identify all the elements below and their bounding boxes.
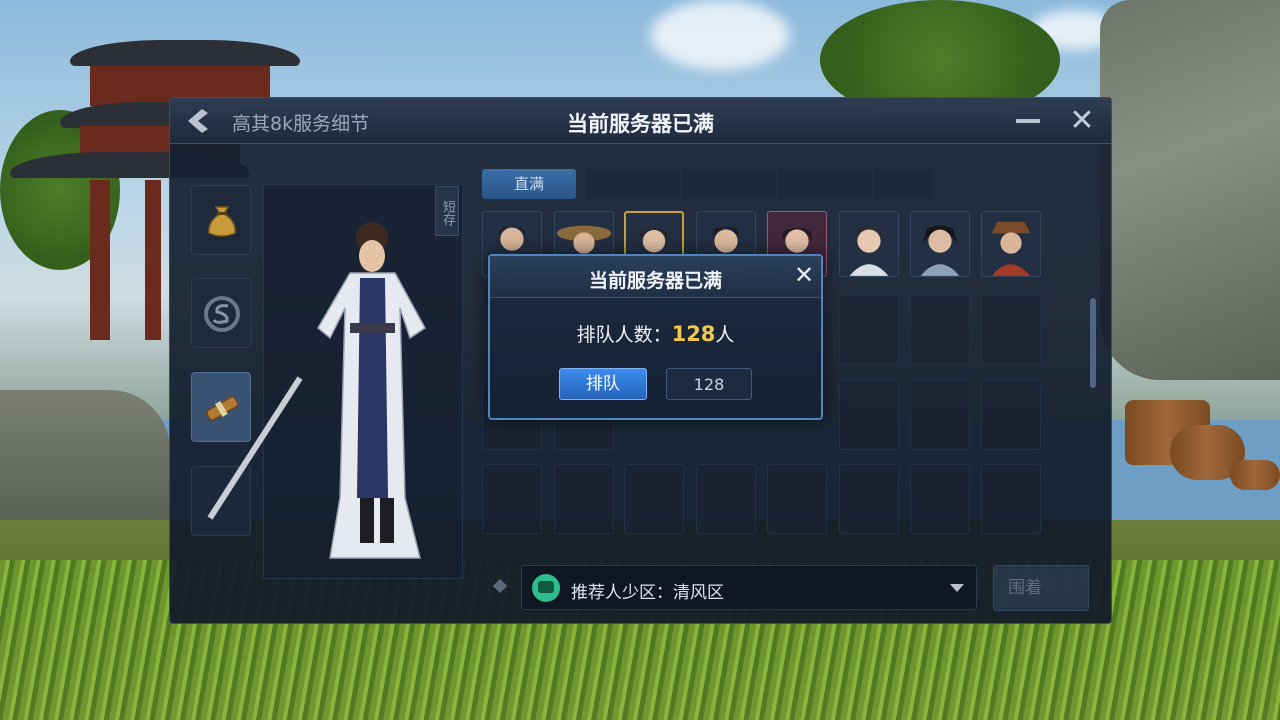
character-model	[207, 222, 426, 559]
tab-4[interactable]	[778, 169, 872, 199]
grid-cell	[839, 380, 899, 450]
window-close-button[interactable]: ✕	[1068, 106, 1096, 136]
character-portrait[interactable]	[981, 211, 1041, 277]
queue-label: 排队人数：	[576, 324, 672, 346]
chat-bubble-icon	[532, 574, 560, 602]
server-tab-bar: 直满	[482, 169, 932, 199]
pagoda-roof	[70, 40, 300, 66]
queue-info: 排队人数：128人	[490, 320, 821, 347]
barrel	[1230, 460, 1280, 490]
dialog-close-button[interactable]: ✕	[791, 262, 817, 288]
queue-count: 128	[671, 322, 716, 346]
cliff-rock	[1100, 0, 1280, 380]
dialog-title: 当前服务器已满	[588, 270, 722, 292]
cloud	[650, 0, 790, 70]
grid-cell	[910, 294, 970, 364]
character-portrait[interactable]	[839, 211, 899, 277]
queue-button[interactable]: 排队	[559, 368, 647, 400]
grid-cell	[624, 464, 684, 534]
diamond-icon	[492, 578, 508, 594]
back-arrow-icon	[188, 109, 208, 133]
grid-cell	[910, 464, 970, 534]
grid-cell	[839, 464, 899, 534]
minimize-button[interactable]	[1016, 116, 1042, 126]
grid-cell	[910, 380, 970, 450]
server-full-dialog: 当前服务器已满 ✕ 排队人数：128人 排队	[488, 254, 823, 420]
grid-cell	[696, 464, 756, 534]
back-button[interactable]	[182, 106, 214, 136]
character-side-tag[interactable]: 短存	[435, 186, 459, 236]
grid-cell	[482, 464, 542, 534]
grid-cell	[839, 294, 899, 364]
dialog-header: 当前服务器已满 ✕	[490, 256, 821, 298]
grid-cell	[981, 380, 1041, 450]
queue-unit: 人	[715, 324, 735, 346]
minimize-icon	[1016, 119, 1040, 123]
tab-5[interactable]	[874, 169, 932, 199]
grid-cell	[981, 464, 1041, 534]
grid-scrollbar[interactable]	[1090, 298, 1096, 388]
portrait-icon	[849, 226, 889, 276]
grid-cell	[981, 294, 1041, 364]
recommend-server-label: 推荐人少区：清风区	[571, 583, 724, 603]
window-subtitle: 高其8k服务细节	[232, 113, 370, 135]
character-portrait[interactable]	[910, 211, 970, 277]
pagoda-pillar	[90, 180, 110, 340]
grid-cell	[767, 464, 827, 534]
grid-cell	[554, 464, 614, 534]
window-titlebar: 高其8k服务细节 当前服务器已满 ✕	[170, 98, 1111, 144]
tab-2[interactable]	[586, 169, 680, 199]
confirm-button[interactable]: 围着	[993, 565, 1089, 611]
tab-direct[interactable]: 直满	[482, 169, 576, 199]
recommend-server-dropdown[interactable]: 推荐人少区：清风区	[521, 565, 977, 610]
pagoda-pillar	[145, 180, 161, 340]
portrait-icon	[991, 221, 1031, 276]
portrait-icon	[920, 225, 960, 276]
tab-3[interactable]	[682, 169, 776, 199]
chevron-down-icon	[950, 584, 964, 592]
queue-input[interactable]	[666, 368, 752, 400]
